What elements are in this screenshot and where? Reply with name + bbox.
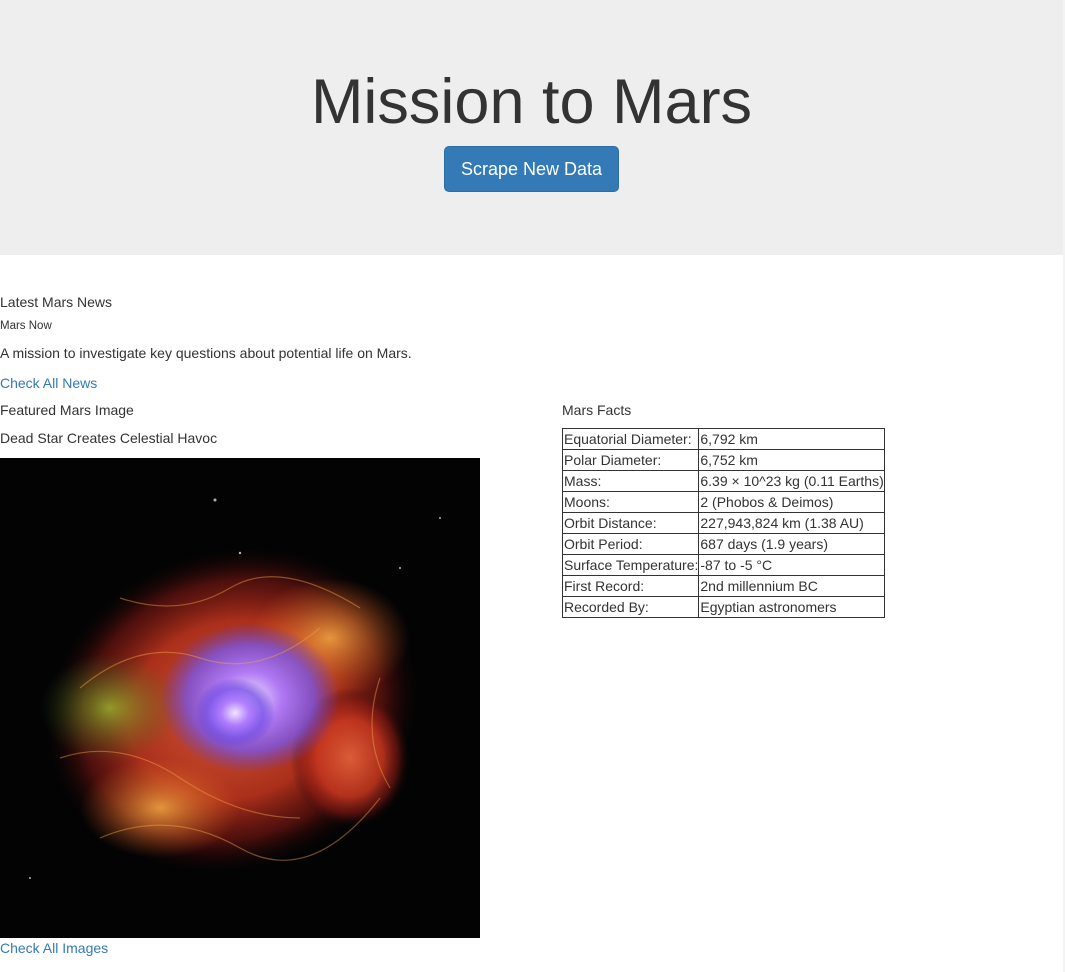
table-row: Equatorial Diameter: 6,792 km — [561, 428, 886, 450]
mars-facts-section-label: Mars Facts — [562, 402, 632, 418]
fact-label: Equatorial Diameter: — [561, 428, 700, 450]
fact-value: 6,792 km — [698, 428, 886, 450]
check-all-images-link[interactable]: Check All Images — [0, 938, 108, 958]
table-row: Moons: 2 (Phobos & Deimos) — [561, 491, 886, 513]
fact-label: Orbit Distance: — [561, 512, 700, 534]
fact-value: 2 (Phobos & Deimos) — [698, 491, 886, 513]
table-row: Orbit Period: 687 days (1.9 years) — [561, 533, 886, 555]
check-all-news-link[interactable]: Check All News — [0, 373, 97, 393]
featured-image-caption: Dead Star Creates Celestial Havoc — [0, 430, 218, 446]
table-row: Mass: 6.39 × 10^23 kg (0.11 Earths) — [561, 470, 886, 492]
fact-label: Surface Temperature: — [561, 554, 700, 576]
fact-label: First Record: — [561, 575, 700, 597]
fact-value: Egyptian astronomers — [698, 596, 886, 618]
fact-value: 6,752 km — [698, 449, 886, 471]
featured-image-section-label: Featured Mars Image — [0, 402, 134, 418]
fact-value: 687 days (1.9 years) — [698, 533, 886, 555]
featured-mars-image — [0, 458, 480, 938]
fact-label: Moons: — [561, 491, 700, 513]
fact-value: 2nd millennium BC — [698, 575, 886, 597]
table-row: Polar Diameter: 6,752 km — [561, 449, 886, 471]
page-title: Mission to Mars — [310, 67, 753, 137]
mars-facts-table: Equatorial Diameter: 6,792 km Polar Diam… — [561, 428, 886, 618]
fact-label: Recorded By: — [561, 596, 700, 618]
fact-value: 227,943,824 km (1.38 AU) — [698, 512, 886, 534]
table-row: Recorded By: Egyptian astronomers — [561, 596, 886, 618]
news-section-label: Latest Mars News — [0, 294, 113, 310]
news-teaser: A mission to investigate key questions a… — [0, 345, 412, 361]
jumbotron-header: Mission to Mars Scrape New Data — [0, 0, 1063, 255]
news-headline: Mars Now — [0, 320, 52, 332]
table-row: Surface Temperature: -87 to -5 °C — [561, 554, 886, 576]
fact-label: Polar Diameter: — [561, 449, 700, 471]
table-row: Orbit Distance: 227,943,824 km (1.38 AU) — [561, 512, 886, 534]
fact-value: 6.39 × 10^23 kg (0.11 Earths) — [698, 470, 886, 492]
fact-value: -87 to -5 °C — [698, 554, 886, 576]
fact-label: Mass: — [561, 470, 700, 492]
fact-label: Orbit Period: — [561, 533, 700, 555]
table-row: First Record: 2nd millennium BC — [561, 575, 886, 597]
scrape-new-data-button[interactable]: Scrape New Data — [444, 146, 619, 192]
